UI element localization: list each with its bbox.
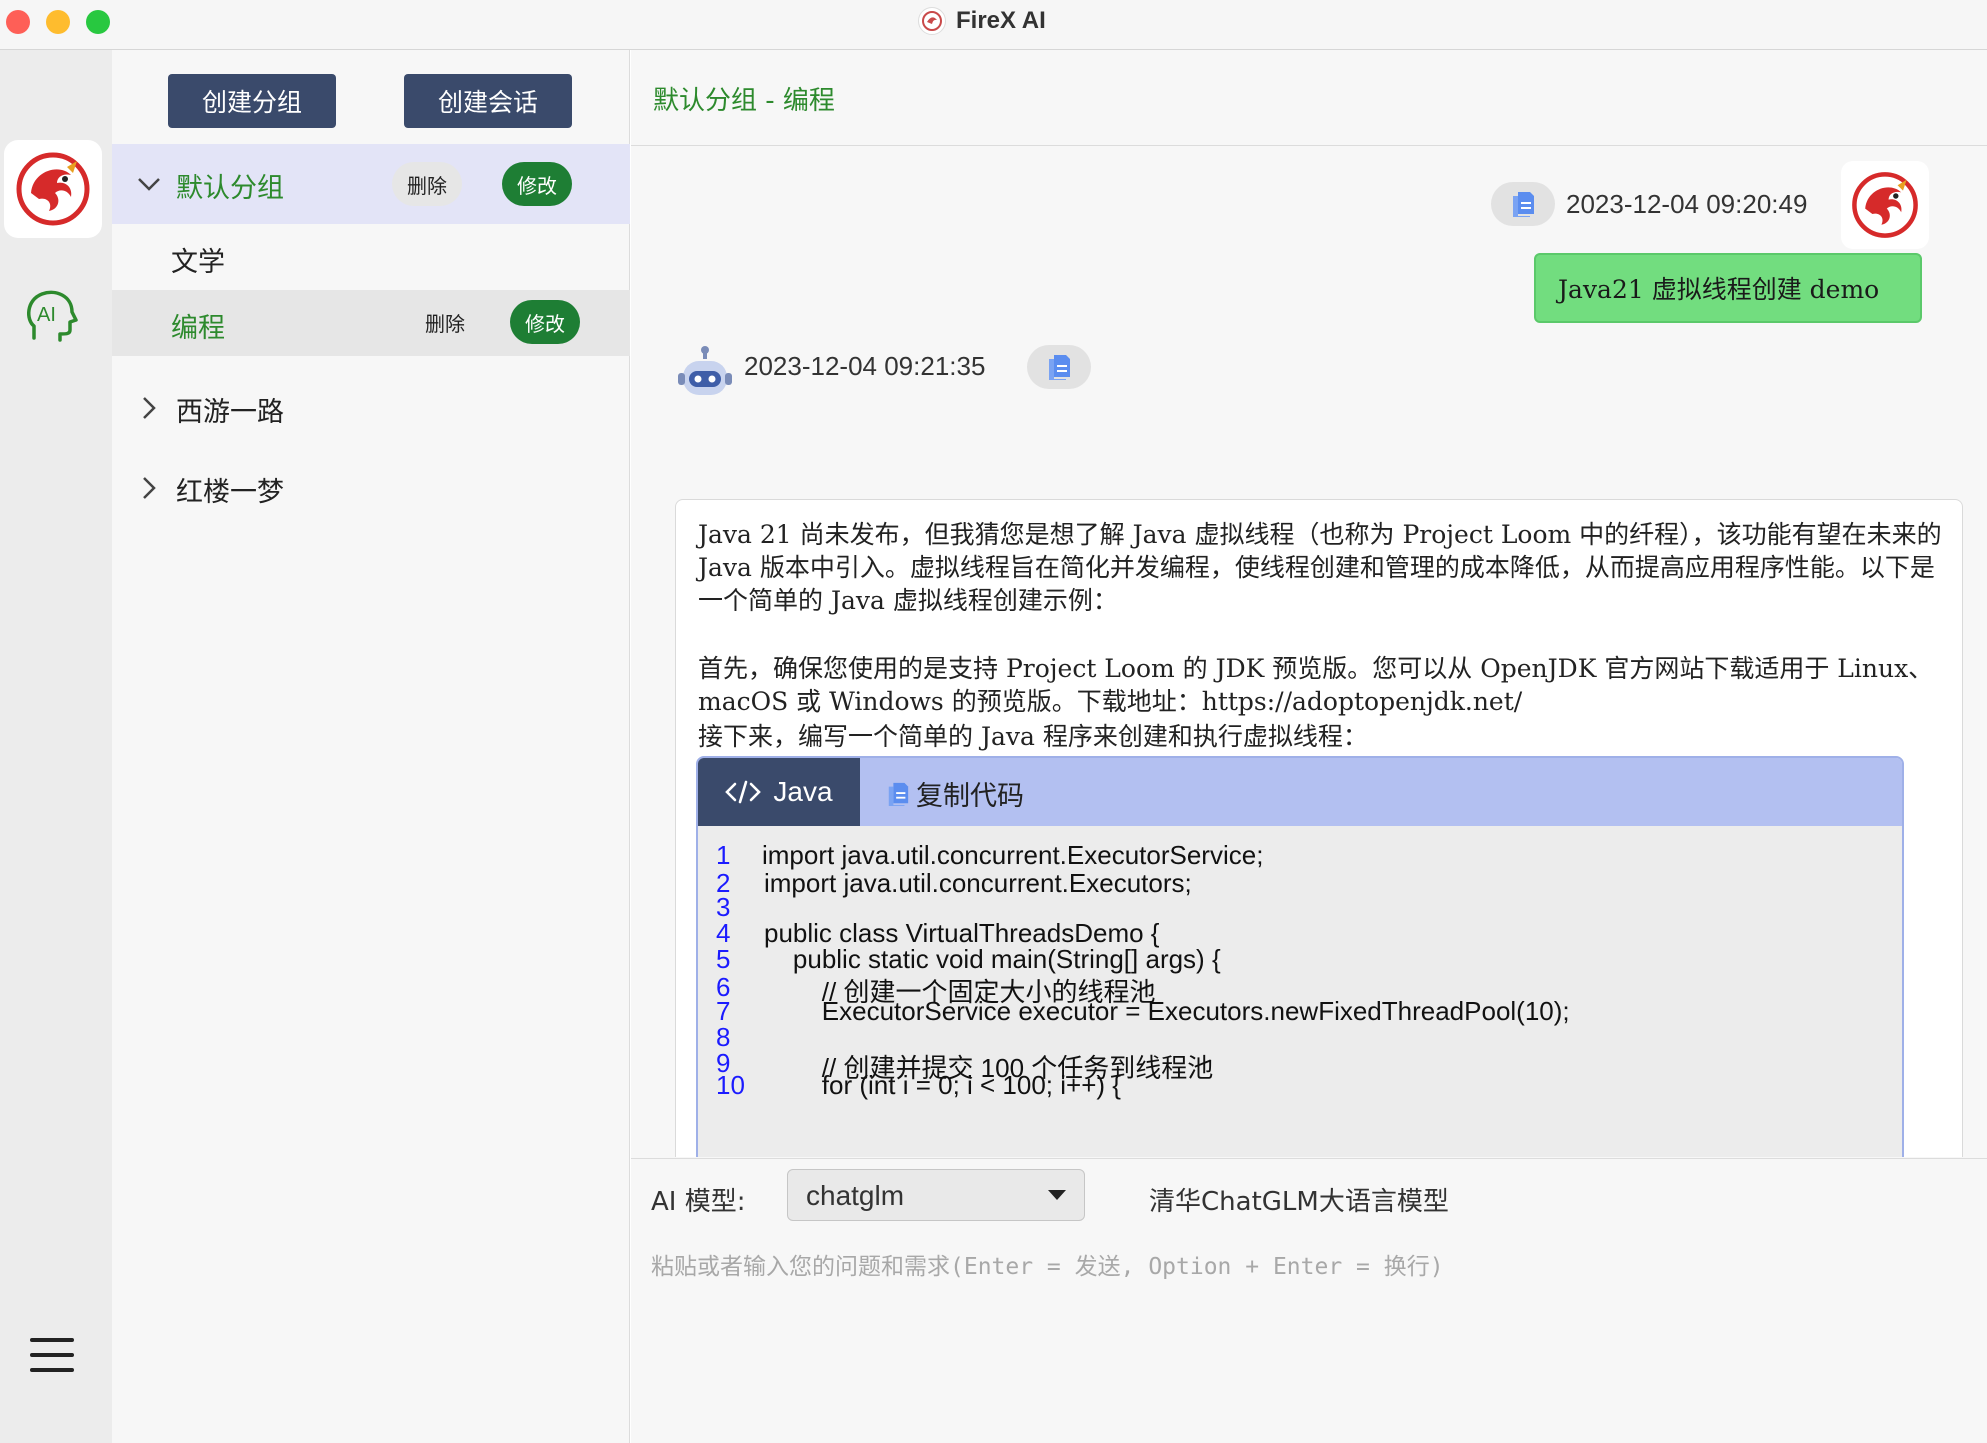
copy-message-button[interactable] [1491,182,1555,226]
input-area: AI 模型: chatglm 清华ChatGLM大语言模型 [631,1158,1987,1443]
groups-panel: 创建分组 创建会话 默认分组 删除 修改 文学 编程 删除 修改 西游一路 红楼… [112,50,630,1443]
delete-group-button[interactable]: 删除 [392,162,462,206]
close-window-button[interactable] [6,10,30,34]
zoom-window-button[interactable] [86,10,110,34]
robot-avatar-icon [675,345,735,405]
model-label: AI 模型: [651,1187,746,1217]
ai-paragraph: 接下来，编写一个简单的 Java 程序来创建和执行虚拟线程： [698,722,1368,751]
title-bar: FireX AI [0,0,1987,50]
line-number: 10 [716,1070,745,1100]
line-number: 1 [716,840,731,870]
code-language-label: Java [773,776,833,807]
model-select-value: chatglm [806,1180,905,1211]
create-session-button[interactable]: 创建会话 [404,74,572,128]
delete-session-button[interactable]: 删除 [410,300,480,344]
document-copy-icon [1049,355,1070,380]
code-language-tab: Java [698,758,860,826]
window-title-text: FireX AI [956,7,1046,34]
prompt-input[interactable] [651,1247,1951,1427]
code-text: import java.util.concurrent.ExecutorServ… [762,840,1264,870]
document-copy-icon [1513,192,1534,217]
code-block-header: Java 复制代码 [698,758,1902,826]
copy-message-button[interactable] [1027,345,1091,389]
group-name: 西游一路 [176,397,284,428]
edit-session-button[interactable]: 修改 [510,300,580,344]
ai-message-card: Java 21 尚未发布，但我猜您是想了解 Java 虚拟线程（也称为 Proj… [675,499,1963,1157]
user-dragon-avatar [1841,161,1929,249]
window-title: FireX AI [918,6,1046,36]
chevron-down-icon[interactable] [136,171,162,197]
group-row-xiyou[interactable]: 西游一路 [112,368,630,448]
app-logo-icon [918,7,946,35]
svg-text:AI: AI [37,304,56,326]
group-row-honglou[interactable]: 红楼一梦 [112,448,630,528]
session-row-literature[interactable]: 文学 [112,224,630,290]
session-name: 编程 [171,313,225,344]
document-copy-icon [888,782,909,806]
line-number: 5 [716,944,731,974]
copy-code-button[interactable]: 复制代码 [886,774,1024,813]
chat-header: 默认分组 - 编程 [631,50,1987,146]
firex-dragon-logo-icon[interactable] [4,140,102,238]
chat-title: 默认分组 - 编程 [653,86,835,116]
group-row-default[interactable]: 默认分组 删除 修改 [112,144,630,224]
ai-head-icon[interactable]: AI [20,286,80,346]
user-message-timestamp: 2023-12-04 09:20:49 [1566,189,1808,219]
minimize-window-button[interactable] [46,10,70,34]
create-group-button[interactable]: 创建分组 [168,74,336,128]
icon-rail: AI [0,50,112,1443]
group-name: 默认分组 [176,173,284,204]
code-text: ExecutorService executor = Executors.new… [764,996,1570,1026]
model-select[interactable]: chatglm [787,1169,1085,1221]
chat-panel: 默认分组 - 编程 2023-12-04 09:20:49 Java21 虚拟线… [631,50,1987,1443]
ai-message-timestamp: 2023-12-04 09:21:35 [744,351,986,381]
session-name: 文学 [171,247,225,278]
edit-group-button[interactable]: 修改 [502,162,572,206]
message-list[interactable]: 2023-12-04 09:20:49 Java21 虚拟线程创建 demo 2… [631,147,1987,1157]
ai-paragraph: 首先，确保您使用的是支持 Project Loom 的 JDK 预览版。您可以从… [698,654,1934,716]
user-message-bubble: Java21 虚拟线程创建 demo [1534,253,1922,323]
session-row-programming[interactable]: 编程 删除 修改 [112,290,630,356]
model-description: 清华ChatGLM大语言模型 [1149,1187,1449,1217]
code-block: Java 复制代码 1 import java.util.concurrent.E… [696,756,1904,1157]
chevron-right-icon[interactable] [136,475,162,501]
code-text: for (int i = 0; i < 100; i++) { [764,1070,1121,1100]
ai-paragraph: Java 21 尚未发布，但我猜您是想了解 Java 虚拟线程（也称为 Proj… [698,520,1942,615]
code-text: public static void main(String[] args) { [764,944,1221,974]
code-text: import java.util.concurrent.Executors; [764,868,1192,898]
chevron-right-icon[interactable] [136,395,162,421]
code-brackets-icon [725,780,762,804]
dropdown-caret-icon [1048,1190,1066,1200]
copy-code-label: 复制代码 [916,781,1024,812]
group-name: 红楼一梦 [176,477,284,508]
hamburger-menu-icon[interactable] [30,1338,74,1374]
